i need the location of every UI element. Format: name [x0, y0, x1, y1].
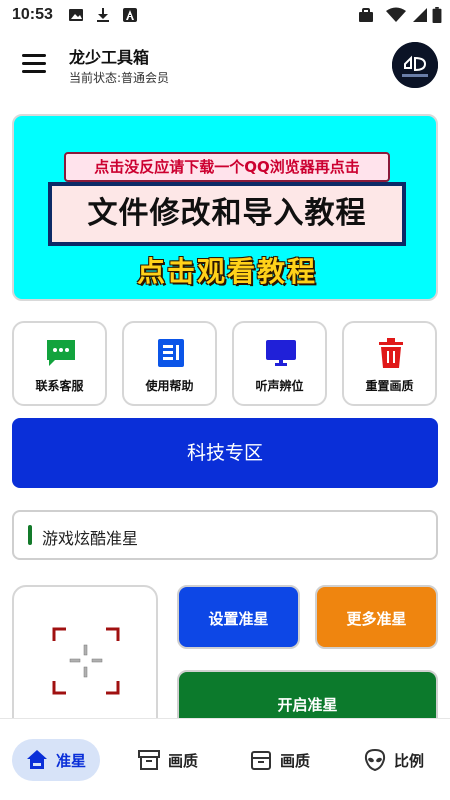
trash-icon [379, 338, 403, 368]
signal-icon [413, 8, 427, 22]
logo-icon [392, 42, 438, 88]
quick-action-label: 重置画质 [365, 379, 414, 393]
nav-label: 画质 [168, 752, 199, 770]
nav-label: 画质 [280, 752, 311, 770]
contact-support-button[interactable]: 联系客服 [12, 321, 107, 406]
font-icon [123, 8, 137, 22]
tutorial-banner[interactable]: 点击没反应请下载一个QQ浏览器再点击 文件修改和导入教程 点击观看教程 [12, 114, 438, 301]
nav-label: 比例 [394, 752, 425, 770]
nav-item-quality-1[interactable]: 画质 [138, 739, 208, 781]
nav-item-ratio[interactable]: 比例 [364, 739, 434, 781]
alien-icon [364, 749, 386, 771]
help-button[interactable]: 使用帮助 [122, 321, 217, 406]
nav-label: 准星 [56, 752, 87, 770]
reset-quality-button[interactable]: 重置画质 [342, 321, 437, 406]
set-crosshair-button[interactable]: 设置准星 [177, 585, 300, 649]
menu-icon [22, 54, 46, 57]
box-icon [251, 751, 271, 770]
quick-action-label: 听声辨位 [255, 379, 304, 393]
nav-item-quality-2[interactable]: 画质 [250, 739, 320, 781]
status-bar: 10:53 [0, 0, 450, 32]
quick-action-label: 使用帮助 [145, 379, 194, 393]
monitor-icon [266, 340, 296, 366]
field-accent-bar [28, 525, 32, 545]
battery-icon [432, 7, 442, 23]
app-header: 龙少工具箱 当前状态:普通会员 [0, 32, 450, 98]
document-icon [158, 339, 184, 367]
tech-zone-button[interactable]: 科技专区 [12, 418, 438, 488]
download-icon [97, 8, 109, 22]
banner-tip: 点击没反应请下载一个QQ浏览器再点击 [64, 152, 390, 182]
game-crosshair-text: 游戏炫酷准星 [42, 529, 139, 548]
quick-action-label: 联系客服 [35, 379, 84, 393]
status-time: 10:53 [12, 6, 53, 23]
sound-locate-button[interactable]: 听声辨位 [232, 321, 327, 406]
banner-headline: 文件修改和导入教程 [48, 182, 406, 246]
bottom-nav: 准星 画质 画质 比例 [0, 718, 450, 800]
archive-icon [138, 750, 160, 770]
app-title: 龙少工具箱 [69, 48, 150, 67]
membership-status: 当前状态:普通会员 [69, 71, 170, 85]
crosshair-icon [52, 627, 120, 695]
game-crosshair-field[interactable]: 游戏炫酷准星 [12, 510, 438, 560]
more-crosshair-button[interactable]: 更多准星 [315, 585, 438, 649]
home-icon [27, 750, 47, 769]
avatar[interactable] [392, 42, 438, 88]
nav-item-crosshair[interactable]: 准星 [12, 739, 100, 781]
menu-button[interactable] [22, 54, 46, 74]
banner-cta: 点击观看教程 [136, 255, 317, 288]
chat-icon [47, 340, 75, 366]
wifi-icon [386, 7, 406, 22]
briefcase-icon [359, 8, 373, 22]
image-icon [69, 9, 83, 21]
